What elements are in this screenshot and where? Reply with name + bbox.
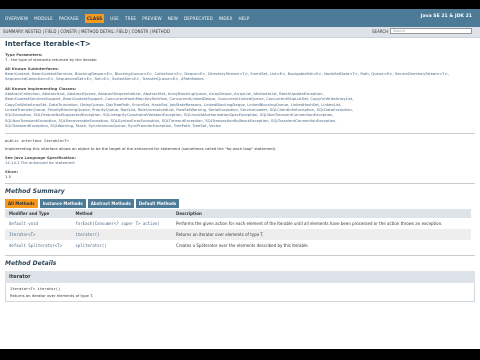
method-summary-table: Modifier and Type Method Description defau… (5, 209, 471, 251)
tab-abstract-methods[interactable]: Abstract Methods (87, 199, 134, 209)
nav-module[interactable]: MODULE (34, 15, 53, 22)
main-content: Interface Iterable<T> Type Parameters: T… (5, 40, 475, 303)
nav-help[interactable]: HELP (238, 15, 249, 22)
search-input[interactable]: Search (390, 28, 472, 34)
declaration: public interface Iterable<T> (5, 137, 70, 143)
implementing-classes-list[interactable]: AbstractCollection, AbstractList, Abstra… (5, 91, 475, 129)
doc-frame: OVERVIEW MODULE PACKAGE CLASS USE TREE PREVIEW… (0, 9, 480, 349)
subinterfaces-list[interactable]: BeanContext, BeanContextServices, Blocki… (5, 71, 475, 82)
iterator-description: Returns an iterator over elements of typ… (10, 293, 94, 299)
nav-use[interactable]: USE (110, 15, 119, 22)
method-details-title: Method Details (5, 260, 57, 268)
method-description: Returns an iterator over elements of typ… (172, 229, 471, 241)
divider (5, 132, 475, 134)
modifier-type-cell[interactable]: Iterator<T> (5, 229, 72, 241)
since-value: 1.5 (5, 174, 12, 180)
nav-items: OVERVIEW MODULE PACKAGE CLASS USE TREE PREVIEW… (0, 9, 253, 27)
description: Implementing this interface allows an ob… (5, 145, 277, 151)
java-version-label: Java SE 21 & JDK 21 (420, 14, 472, 19)
tab-all-methods[interactable]: All Methods (5, 199, 38, 209)
method-filter-tabs: All Methods Instance Methods Abstract Meth… (5, 199, 475, 209)
nav-deprecated[interactable]: DEPRECATED (184, 15, 213, 22)
tab-default-methods[interactable]: Default Methods (135, 199, 180, 209)
iterator-detail-block: Iterator<T> iterator() Returns an iterat… (5, 283, 475, 303)
type-params-text: T - the type of elements returned by the… (5, 57, 97, 62)
nav-preview[interactable]: PREVIEW (142, 15, 162, 22)
nav-package[interactable]: PACKAGE (59, 15, 79, 22)
method-description: Performs the given action for each eleme… (176, 221, 443, 227)
top-navigation-bar: OVERVIEW MODULE PACKAGE CLASS USE TREE PREVIEW… (0, 9, 480, 27)
table-row: default Spliterator<T> spliterator() Creat… (5, 240, 471, 251)
see-link[interactable]: 14.14.2 The enhanced for statement (5, 160, 475, 165)
modifier-type-cell[interactable]: default void (5, 218, 71, 229)
column-header: Description (172, 209, 471, 219)
method-link[interactable]: forEach(Consumer<? super T> action) (71, 218, 172, 229)
tab-instance-methods[interactable]: Instance Methods (39, 199, 86, 209)
nav-new[interactable]: NEW (168, 15, 178, 22)
divider (5, 255, 475, 257)
page-title: Interface Iterable<T> (5, 40, 91, 48)
method-link[interactable]: iterator() (71, 229, 172, 241)
column-header: Method (71, 209, 172, 219)
nav-class[interactable]: CLASS (84, 13, 105, 23)
method-summary-title: Method Summary (5, 188, 65, 196)
modifier-type-cell[interactable]: default Spliterator<T> (5, 240, 71, 251)
table-row: Iterator<T> iterator() Returns an iterator… (5, 229, 471, 241)
method-description: Creates a Spliterator over the elements … (176, 243, 309, 249)
search-label: SEARCH (372, 29, 389, 34)
sub-navigation-bar: SUMMARY: NESTED | FIELD | CONSTR | METHO… (0, 27, 480, 38)
nav-overview[interactable]: OVERVIEW (5, 15, 28, 22)
table-row: default void forEach(Consumer<? super T> … (5, 218, 471, 229)
implementing-classes-line[interactable]: SQLTransientException, SQLWarning, Stack… (5, 123, 475, 128)
iterator-detail-heading: iterator (5, 271, 475, 284)
iterator-signature: Iterator<T> iterator() (10, 286, 61, 292)
method-link[interactable]: spliterator() (71, 240, 172, 251)
column-header: Modifier and Type (5, 209, 72, 219)
nav-tree[interactable]: TREE (125, 15, 136, 22)
divider (5, 183, 475, 185)
summary-detail-links[interactable]: SUMMARY: NESTED | FIELD | CONSTR | METHO… (3, 29, 170, 34)
nav-index[interactable]: INDEX (219, 15, 233, 22)
